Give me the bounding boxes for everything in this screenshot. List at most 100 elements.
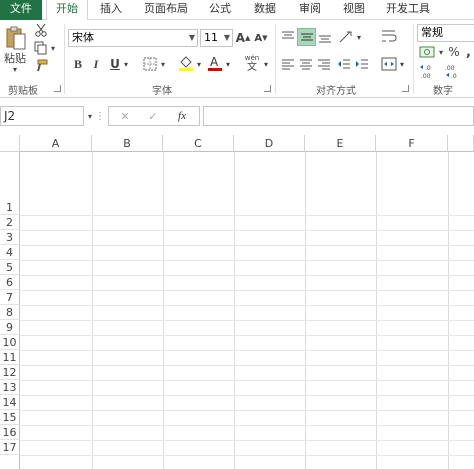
italic-button[interactable]: I bbox=[89, 56, 103, 72]
column-header[interactable]: D bbox=[234, 135, 305, 152]
row-header[interactable]: 3 bbox=[0, 230, 20, 245]
row-header[interactable]: 9 bbox=[0, 320, 20, 335]
row-header[interactable]: 8 bbox=[0, 305, 20, 320]
tab-page-layout[interactable]: 页面布局 bbox=[138, 0, 194, 20]
underline-dropdown-icon[interactable]: ▾ bbox=[122, 58, 130, 70]
percent-button[interactable]: % bbox=[446, 44, 462, 60]
select-all-corner[interactable] bbox=[0, 135, 20, 152]
row-gridline bbox=[20, 350, 474, 351]
align-center-icon[interactable] bbox=[298, 56, 314, 72]
align-bottom-icon[interactable] bbox=[317, 29, 333, 45]
orientation-icon[interactable] bbox=[337, 28, 355, 46]
font-size-select[interactable]: 11 ▼ bbox=[200, 29, 233, 47]
format-painter-icon[interactable] bbox=[34, 59, 48, 73]
phonetic-button[interactable]: wén 文 bbox=[243, 53, 261, 73]
svg-text:A: A bbox=[210, 55, 219, 69]
row-header[interactable]: 2 bbox=[0, 215, 20, 230]
underline-button[interactable]: U bbox=[108, 56, 122, 72]
paste-dropdown-icon[interactable]: ▾ bbox=[10, 65, 20, 74]
paste-button[interactable]: 粘贴 bbox=[2, 52, 28, 65]
tab-view[interactable]: 视图 bbox=[335, 0, 373, 20]
font-name-select[interactable]: 宋体 ▼ bbox=[68, 29, 198, 47]
increase-indent-icon[interactable] bbox=[354, 56, 370, 72]
alignment-launcher-icon[interactable] bbox=[402, 85, 409, 92]
row-header[interactable]: 4 bbox=[0, 245, 20, 260]
column-header[interactable]: A bbox=[20, 135, 92, 152]
bold-button[interactable]: B bbox=[71, 56, 85, 72]
row-header[interactable]: 15 bbox=[0, 410, 20, 425]
svg-text:.0: .0 bbox=[451, 73, 457, 79]
column-header[interactable]: F bbox=[376, 135, 448, 152]
row-header[interactable]: 7 bbox=[0, 290, 20, 305]
row-header[interactable]: 10 bbox=[0, 335, 20, 350]
phonetic-dropdown-icon[interactable]: ▾ bbox=[262, 58, 270, 70]
tab-data[interactable]: 数据 bbox=[246, 0, 284, 20]
column-gridline bbox=[448, 152, 449, 469]
orientation-dropdown-icon[interactable]: ▾ bbox=[355, 32, 363, 42]
border-dropdown-icon[interactable]: ▾ bbox=[159, 58, 167, 70]
cancel-button[interactable]: ✕ bbox=[115, 108, 135, 124]
tab-file[interactable]: 文件 bbox=[0, 0, 42, 20]
row-header[interactable]: 6 bbox=[0, 275, 20, 290]
fill-color-icon[interactable] bbox=[178, 54, 194, 72]
row-header[interactable]: 5 bbox=[0, 260, 20, 275]
row-header[interactable]: 12 bbox=[0, 365, 20, 380]
border-icon[interactable] bbox=[142, 56, 158, 72]
accounting-format-icon[interactable] bbox=[418, 44, 438, 60]
font-color-icon[interactable]: A bbox=[207, 54, 223, 72]
name-box-dropdown-icon[interactable]: ▾ bbox=[87, 110, 93, 122]
clipboard-launcher-icon[interactable] bbox=[54, 85, 61, 92]
wrap-text-icon[interactable] bbox=[380, 27, 398, 45]
tab-home[interactable]: 开始 bbox=[46, 0, 88, 21]
align-right-icon[interactable] bbox=[316, 56, 332, 72]
row-header[interactable]: 17 bbox=[0, 440, 20, 455]
number-format-select[interactable]: 常规 bbox=[417, 24, 474, 42]
fill-color-dropdown-icon[interactable]: ▾ bbox=[195, 58, 203, 70]
enter-button[interactable]: ✓ bbox=[143, 108, 163, 124]
paste-icon[interactable] bbox=[4, 24, 28, 52]
column-header[interactable]: B bbox=[92, 135, 163, 152]
tab-review[interactable]: 审阅 bbox=[291, 0, 329, 20]
font-size-value: 11 bbox=[204, 31, 218, 44]
font-color-dropdown-icon[interactable]: ▾ bbox=[224, 58, 232, 70]
tab-developer[interactable]: 开发工具 bbox=[380, 0, 436, 20]
copy-dropdown-icon[interactable]: ▾ bbox=[49, 43, 57, 53]
merge-center-icon[interactable] bbox=[380, 55, 398, 73]
grow-font-button[interactable]: A ▲ bbox=[236, 29, 251, 47]
column-header[interactable] bbox=[448, 135, 474, 152]
tab-insert[interactable]: 插入 bbox=[93, 0, 129, 20]
align-left-icon[interactable] bbox=[280, 56, 296, 72]
column-gridline bbox=[234, 152, 235, 469]
row-gridline bbox=[20, 365, 474, 366]
row-header[interactable]: 11 bbox=[0, 350, 20, 365]
cut-icon[interactable] bbox=[34, 23, 48, 37]
row-header[interactable]: 14 bbox=[0, 395, 20, 410]
shrink-font-button[interactable]: A ▼ bbox=[254, 29, 268, 47]
row-header[interactable]: 1 bbox=[0, 200, 20, 215]
tab-formulas[interactable]: 公式 bbox=[201, 0, 239, 20]
column-header[interactable]: E bbox=[305, 135, 376, 152]
align-middle-icon[interactable] bbox=[297, 28, 316, 46]
row-header[interactable]: 16 bbox=[0, 425, 20, 440]
number-format-value: 常规 bbox=[421, 26, 443, 39]
increase-decimal-icon[interactable]: .0.00 bbox=[418, 62, 440, 80]
column-gridline bbox=[376, 152, 377, 469]
copy-icon[interactable] bbox=[34, 41, 48, 55]
align-top-icon[interactable] bbox=[280, 29, 296, 45]
row-gridline bbox=[20, 410, 474, 411]
font-launcher-icon[interactable] bbox=[264, 85, 271, 92]
comma-button[interactable]: , bbox=[463, 44, 474, 60]
insert-function-button[interactable]: fx bbox=[171, 108, 193, 124]
row-header[interactable]: 13 bbox=[0, 380, 20, 395]
column-header[interactable]: C bbox=[163, 135, 234, 152]
phonetic-char: 文 bbox=[247, 62, 257, 73]
decrease-indent-icon[interactable] bbox=[336, 56, 352, 72]
accounting-dropdown-icon[interactable]: ▾ bbox=[437, 47, 445, 57]
decrease-decimal-icon[interactable]: .00.0 bbox=[442, 62, 464, 80]
shrink-font-label: A bbox=[254, 32, 263, 44]
row-gridline bbox=[20, 380, 474, 381]
formula-input[interactable] bbox=[203, 106, 474, 126]
merge-dropdown-icon[interactable]: ▾ bbox=[398, 59, 406, 69]
name-box[interactable]: J2 bbox=[0, 106, 84, 126]
row-header[interactable] bbox=[0, 455, 20, 469]
